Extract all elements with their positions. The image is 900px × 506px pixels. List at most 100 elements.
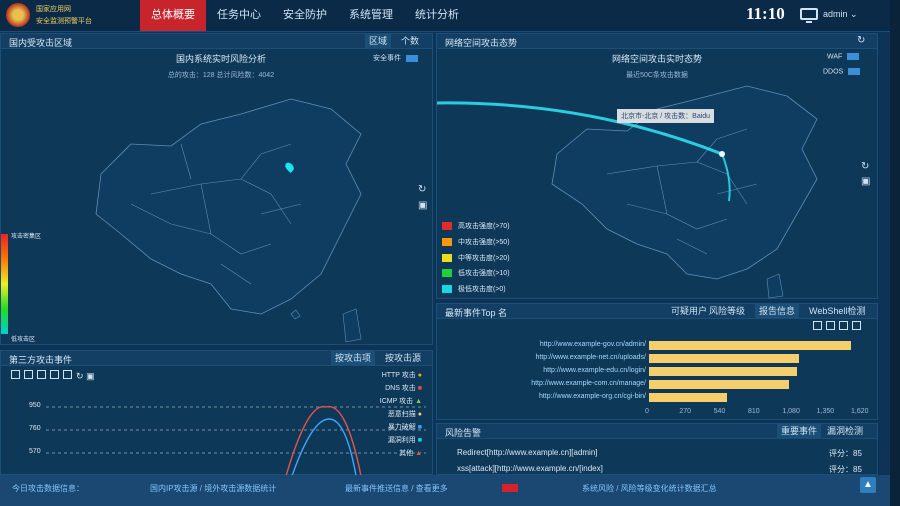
save-icon[interactable] bbox=[852, 321, 861, 330]
legend-marker: ● bbox=[417, 411, 422, 418]
alerts-panel: 风险告警 重要事件 漏洞检测 Redirect[http://www.examp… bbox=[436, 423, 878, 475]
legend-brute[interactable]: 暴力破解 ■ bbox=[312, 422, 422, 432]
legend-marker: ● bbox=[417, 372, 422, 379]
bar-chart-icon[interactable] bbox=[839, 321, 848, 330]
top-bar: 国家应用网 安全监测预警平台 总体概要 任务中心 安全防护 系统管理 统计分析 … bbox=[0, 0, 900, 32]
police-badge-icon bbox=[6, 3, 30, 27]
panel-header: 最新事件Top 名 可疑用户 风险等级 报告信息 WebShell检测 bbox=[437, 304, 877, 319]
data-view-icon[interactable] bbox=[813, 321, 822, 330]
legend-marker: ■ bbox=[417, 437, 422, 444]
refresh-icon[interactable]: ↻ bbox=[857, 35, 865, 46]
logo: 国家应用网 安全监测预警平台 bbox=[6, 3, 124, 29]
tab-region[interactable]: 区域 bbox=[365, 34, 392, 48]
tab-vuln[interactable]: 漏洞检测 bbox=[823, 424, 867, 438]
scroll-top-button[interactable]: ▲ bbox=[860, 477, 876, 493]
heat-scale-bar bbox=[1, 234, 8, 334]
nav-system[interactable]: 系统管理 bbox=[338, 0, 404, 31]
x-tick: 810 bbox=[748, 408, 760, 415]
legend-exploit[interactable]: 漏洞利用 ■ bbox=[312, 435, 422, 445]
legend-scan[interactable]: 恶意扫描 ● bbox=[312, 409, 422, 419]
monitor-icon bbox=[800, 8, 818, 23]
bar-chart-icon[interactable] bbox=[37, 370, 46, 379]
bar[interactable] bbox=[649, 367, 797, 376]
panel-title: 国内受攻击区域 bbox=[9, 38, 73, 48]
stack-icon[interactable] bbox=[50, 370, 59, 379]
level-swatch bbox=[442, 222, 452, 231]
tab-count[interactable]: 个数 bbox=[397, 34, 423, 48]
bar[interactable] bbox=[649, 380, 789, 389]
data-view-icon[interactable] bbox=[11, 370, 20, 379]
legend-dns[interactable]: DNS 攻击 ■ bbox=[312, 383, 422, 393]
legend-marker: ▲ bbox=[415, 398, 422, 405]
level-swatch bbox=[442, 269, 452, 278]
bar[interactable] bbox=[649, 393, 727, 402]
footer-ticker: 今日攻击数据信息： 国内IP攻击源 / 境外攻击源数据统计 最新事件推送信息 /… bbox=[0, 475, 890, 506]
refresh-icon[interactable]: ↻ bbox=[76, 371, 84, 381]
footer-item[interactable]: 今日攻击数据信息： bbox=[12, 483, 84, 494]
bar[interactable] bbox=[649, 354, 800, 363]
map-legend-security[interactable]: 安全事件 bbox=[373, 53, 418, 63]
legend-icmp[interactable]: ICMP 攻击 ▲ bbox=[312, 396, 422, 406]
footer-item[interactable]: 国内IP攻击源 / 境外攻击源数据统计 bbox=[150, 483, 276, 494]
main-nav: 总体概要 任务中心 安全防护 系统管理 统计分析 bbox=[140, 0, 470, 31]
legend-label: 安全事件 bbox=[373, 55, 401, 62]
tab-by-source[interactable]: 按攻击源 bbox=[381, 351, 425, 365]
x-tick: 1,080 bbox=[782, 408, 800, 415]
level-high: 高攻击强度(>70) bbox=[442, 221, 510, 231]
line-chart-icon[interactable] bbox=[24, 370, 33, 379]
legend-label: 其他 bbox=[399, 450, 414, 457]
save-icon[interactable]: ▣ bbox=[418, 200, 427, 211]
legend-label: ICMP 攻击 bbox=[379, 398, 414, 405]
save-icon[interactable]: ▣ bbox=[861, 176, 870, 187]
legend-label: DNS 攻击 bbox=[385, 385, 416, 392]
logo-line2: 安全监测预警平台 bbox=[36, 18, 92, 25]
nav-statistics[interactable]: 统计分析 bbox=[404, 0, 470, 31]
tab-by-item[interactable]: 按攻击项 bbox=[331, 351, 376, 365]
user-menu[interactable]: admin ⌄ bbox=[823, 9, 858, 20]
footer-item[interactable]: 系统风险 / 风险等级变化统计数据汇总 bbox=[582, 483, 717, 494]
page-scrollbar[interactable] bbox=[890, 0, 900, 506]
tab-webshell[interactable]: WebShell检测 bbox=[805, 304, 869, 318]
legend-marker: ■ bbox=[417, 424, 422, 431]
panel-header: 风险告警 重要事件 漏洞检测 bbox=[437, 424, 877, 439]
legend-label: 恶意扫描 bbox=[387, 411, 416, 418]
tiled-icon[interactable] bbox=[63, 370, 72, 379]
refresh-icon[interactable]: ↻ bbox=[861, 161, 869, 172]
footer-item[interactable]: 最新事件推送信息 / 查看更多 bbox=[345, 483, 448, 494]
legend-other[interactable]: 其他 ▲ bbox=[312, 448, 422, 458]
legend-label: WAF bbox=[827, 53, 843, 61]
x-tick: 0 bbox=[645, 408, 649, 415]
nav-protection[interactable]: 安全防护 bbox=[272, 0, 338, 31]
x-tick: 540 bbox=[713, 408, 726, 415]
chart-toolbar bbox=[813, 321, 865, 332]
legend-waf[interactable]: WAF bbox=[827, 53, 860, 61]
legend-label: 暴力破解 bbox=[387, 424, 416, 431]
level-swatch bbox=[442, 238, 452, 247]
level-mid-high: 中攻击强度(>50) bbox=[442, 237, 510, 247]
level-label: 低攻击强度(>10) bbox=[458, 270, 510, 277]
events-panel: 第三方攻击事件 按攻击项 按攻击源 ↻ ▣ 950 760 570 HTTP 攻… bbox=[0, 350, 433, 476]
legend-http[interactable]: HTTP 攻击 ● bbox=[312, 370, 422, 380]
line-chart-icon[interactable] bbox=[826, 321, 835, 330]
panel-header: 第三方攻击事件 按攻击项 按攻击源 bbox=[1, 351, 432, 366]
tab-risk-level[interactable]: 风险等级 bbox=[705, 304, 749, 318]
refresh-icon[interactable]: ↻ bbox=[418, 184, 426, 195]
save-icon[interactable]: ▣ bbox=[86, 371, 95, 381]
level-very-low: 极低攻击度(>0) bbox=[442, 284, 506, 294]
map-tooltip: 北京市-北京 / 攻击数：Baidu bbox=[617, 109, 715, 123]
alert-row[interactable]: Redirect[http://www.example.cn][admin] bbox=[457, 448, 598, 457]
bar-label: http://www.example-gov.cn/admin/ bbox=[539, 341, 646, 348]
alert-row[interactable]: xss[attack][http://www.example.cn/[index… bbox=[457, 464, 603, 473]
legend-swatch bbox=[847, 53, 860, 60]
level-swatch bbox=[442, 254, 452, 263]
x-tick: 270 bbox=[679, 408, 692, 415]
tab-important[interactable]: 重要事件 bbox=[777, 424, 822, 438]
panel-title: 网络空间攻击态势 bbox=[445, 38, 518, 48]
nav-tasks[interactable]: 任务中心 bbox=[206, 0, 272, 31]
tab-report-info[interactable]: 报告信息 bbox=[755, 304, 800, 318]
panel-header: 国内受攻击区域 区域 个数 bbox=[1, 34, 432, 49]
bar[interactable] bbox=[649, 341, 852, 350]
level-mid: 中等攻击度(>20) bbox=[442, 253, 510, 263]
nav-overview[interactable]: 总体概要 bbox=[140, 0, 206, 31]
alert-score: 评分：85 bbox=[829, 465, 862, 474]
